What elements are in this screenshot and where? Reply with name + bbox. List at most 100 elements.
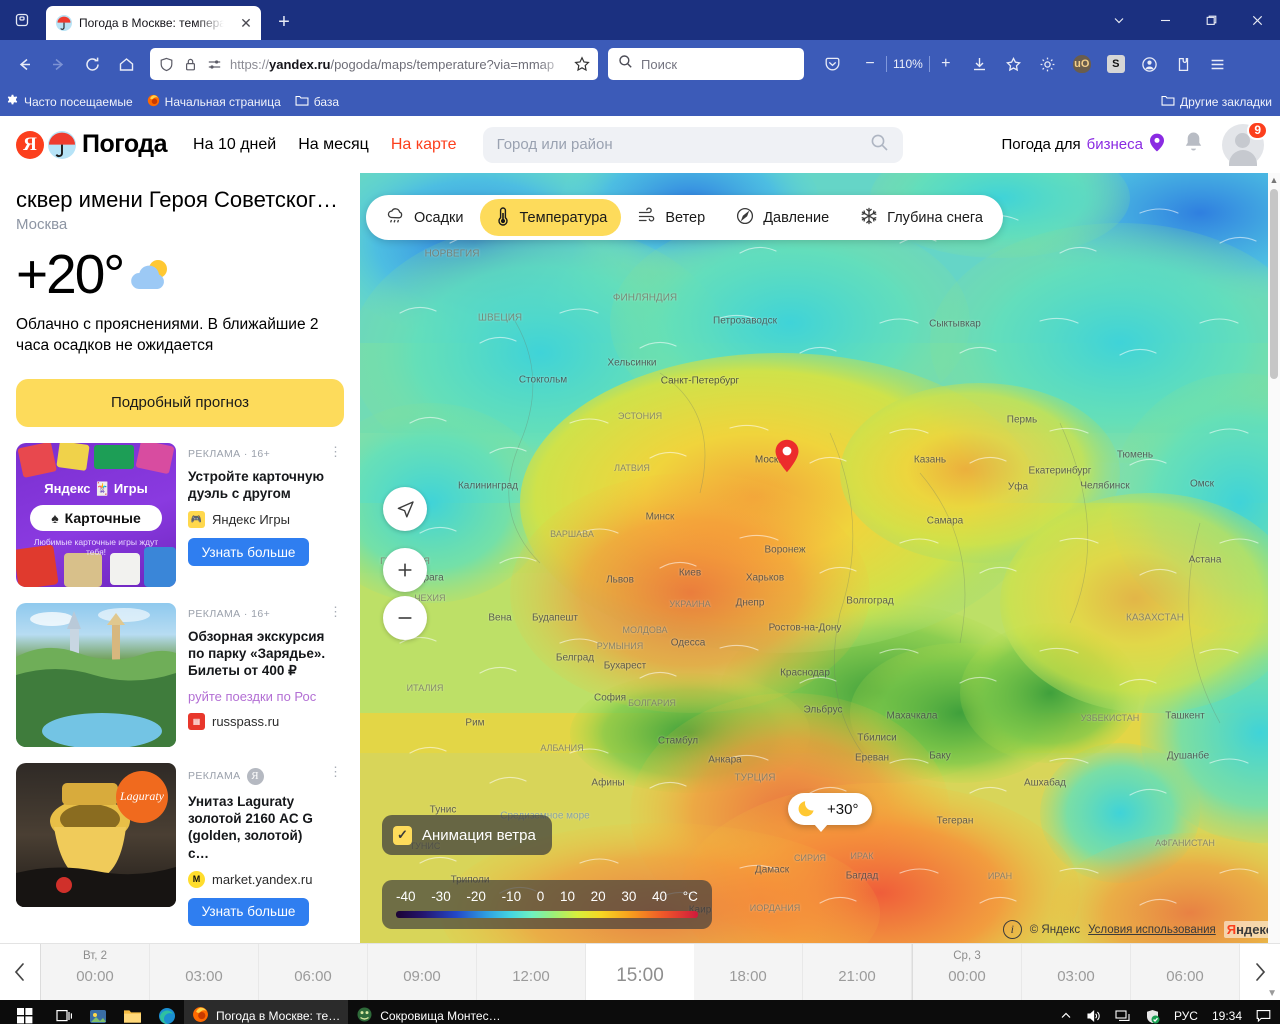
zoom-out-button[interactable] (383, 596, 427, 640)
ad-title[interactable]: Обзорная экскурсия по парку «Зарядье». Б… (188, 628, 326, 680)
search-icon[interactable] (870, 133, 889, 157)
zoom-out-button[interactable]: − (854, 48, 886, 80)
bookmark-item-baza[interactable]: база (295, 94, 339, 110)
ad-image[interactable] (16, 602, 176, 747)
ad-card[interactable]: Яндекс 🃏 Игры ♠ Карточные Любимые карточ… (16, 442, 344, 587)
wind-animation-toggle[interactable]: ✓ Анимация ветра (382, 815, 552, 855)
scroll-up-icon[interactable]: ▲ (1269, 175, 1279, 185)
clock[interactable]: 19:34 (1205, 1000, 1249, 1024)
timeline-slot[interactable]: 06:00 (1131, 944, 1240, 1000)
ad-image[interactable]: Laguraty (16, 762, 176, 907)
app-menu-icon[interactable] (1202, 48, 1234, 80)
ad-options-icon[interactable]: ⋮ (329, 605, 342, 618)
notifications-icon[interactable] (1183, 131, 1204, 159)
account-icon[interactable] (1134, 48, 1166, 80)
timeline-prev-button[interactable] (0, 944, 40, 1000)
layer-tab-pressure[interactable]: Давление (721, 199, 843, 236)
task-view-button[interactable] (48, 1000, 81, 1024)
page-scrollbar[interactable]: ▲ (1268, 173, 1280, 943)
stylus-icon[interactable]: S (1100, 48, 1132, 80)
timeline-slot[interactable]: Ср, 3 00:00 (912, 944, 1022, 1000)
scrollbar-thumb[interactable] (1270, 189, 1278, 379)
close-icon[interactable]: ✕ (237, 14, 255, 32)
reload-button[interactable] (76, 48, 108, 80)
ad-cta-button[interactable]: Узнать больше (188, 538, 309, 567)
taskbar-item-firefox[interactable]: Погода в Москве: те… (184, 1000, 349, 1024)
ad-image[interactable]: Яндекс 🃏 Игры ♠ Карточные Любимые карточ… (16, 442, 176, 587)
taskbar-item-game[interactable]: Сокровища Монтес… (348, 1000, 508, 1024)
nav-map[interactable]: На карте (391, 136, 457, 154)
pocket-icon[interactable] (816, 48, 848, 80)
language-indicator[interactable]: РУС (1167, 1000, 1205, 1024)
security-icon[interactable] (1138, 1000, 1167, 1024)
layer-tab-precipitation[interactable]: Осадки (372, 199, 478, 236)
city-search-input[interactable]: Город или район (482, 126, 903, 163)
bookmark-star-icon[interactable] (573, 56, 590, 73)
browser-tab[interactable]: Погода в Москве: температура ✕ (46, 6, 261, 40)
ad-card[interactable]: ⋮ РЕКЛАМА · 16+ Обзорная экскурсия по па… (16, 602, 344, 747)
ublock-origin-icon[interactable]: uO (1066, 48, 1098, 80)
timeline-slot[interactable]: 12:00 (477, 944, 586, 1000)
layer-tab-snow-depth[interactable]: Глубина снега (845, 199, 997, 236)
zoom-level-label[interactable]: 110% (887, 57, 929, 71)
search-bar[interactable]: Поиск (608, 48, 804, 80)
photos-app-icon[interactable] (81, 1000, 115, 1024)
nav-month[interactable]: На месяц (298, 136, 369, 154)
back-button[interactable] (8, 48, 40, 80)
permissions-icon[interactable] (206, 56, 223, 73)
edge-browser-icon[interactable] (150, 1000, 184, 1024)
timeline-slot[interactable]: 18:00 (694, 944, 803, 1000)
show-hidden-icons-button[interactable] (1053, 1000, 1079, 1024)
ad-domain[interactable]: M market.yandex.ru (188, 870, 326, 888)
ad-domain[interactable]: ▦ russpass.ru (188, 712, 326, 730)
timeline-track[interactable]: Вт, 2 00:00 03:00 06:00 09:00 12:00 15:00 18:00… (40, 944, 1240, 1000)
address-bar[interactable]: https://yandex.ru/pogoda/maps/temperatur… (150, 48, 598, 80)
timeline-slot[interactable]: 09:00 (368, 944, 477, 1000)
forward-button[interactable] (42, 48, 74, 80)
yandex-weather-logo[interactable]: Я Погода (16, 130, 168, 159)
timeline-slot[interactable]: 21:00 (803, 944, 912, 1000)
layer-tab-wind[interactable]: Ветер (623, 199, 719, 236)
ad-card[interactable]: Laguraty ⋮ РЕКЛАМА Я Унитаз Laguraty зол… (16, 762, 344, 926)
shield-icon[interactable] (158, 56, 175, 73)
timeline-slot[interactable]: Вт, 2 00:00 (40, 944, 150, 1000)
maximize-button[interactable] (1188, 0, 1234, 40)
other-bookmarks-button[interactable]: Другие закладки (1161, 94, 1272, 110)
timeline-slot[interactable]: 03:00 (150, 944, 259, 1000)
ad-options-icon[interactable]: ⋮ (329, 765, 342, 778)
start-button[interactable] (2, 1000, 48, 1024)
volume-icon[interactable] (1079, 1000, 1108, 1024)
zoom-in-button[interactable] (383, 548, 427, 592)
weather-map[interactable]: АрхангельскНОРВЕГИЯФИНЛЯНДИЯПетрозаводск… (360, 173, 1280, 943)
ad-title[interactable]: Устройте карточную дуэль с другом (188, 468, 326, 503)
close-window-button[interactable] (1234, 0, 1280, 40)
ad-options-icon[interactable]: ⋮ (329, 445, 342, 458)
file-explorer-icon[interactable] (115, 1000, 150, 1024)
detailed-forecast-button[interactable]: Подробный прогноз (16, 378, 344, 427)
timeline-slot[interactable]: 06:00 (259, 944, 368, 1000)
list-all-tabs-icon[interactable] (1096, 0, 1142, 40)
ad-title[interactable]: Унитаз Laguraty золотой 2160 AC G (golde… (188, 793, 326, 862)
notification-center-icon[interactable] (1249, 1000, 1278, 1024)
location-pin-icon[interactable] (774, 439, 800, 473)
terms-link[interactable]: Условия использования (1088, 924, 1216, 936)
layer-tab-temperature[interactable]: Температура (479, 199, 622, 236)
locate-button[interactable] (383, 487, 427, 531)
network-icon[interactable] (1108, 1000, 1138, 1024)
ad-cta-button[interactable]: Узнать больше (188, 897, 309, 926)
scroll-down-icon[interactable]: ▼ (1267, 988, 1277, 999)
gear-icon[interactable] (1032, 48, 1064, 80)
home-button[interactable] (110, 48, 142, 80)
info-icon[interactable]: i (1002, 920, 1022, 939)
nav-10-days[interactable]: На 10 дней (193, 136, 276, 154)
zoom-in-button[interactable]: + (930, 48, 962, 80)
bookmark-item-frequent[interactable]: Часто посещаемые (6, 94, 133, 110)
minimize-button[interactable] (1142, 0, 1188, 40)
lock-icon[interactable] (182, 56, 199, 73)
avatar[interactable]: 9 (1222, 120, 1268, 166)
timeline-slot[interactable]: 15:00 (586, 944, 694, 1000)
firefox-view-icon[interactable] (0, 0, 44, 40)
ad-domain[interactable]: 🎮 Яндекс Игры (188, 511, 326, 529)
business-link[interactable]: Погода для бизнеса (1002, 133, 1166, 156)
extensions-icon[interactable] (1168, 48, 1200, 80)
